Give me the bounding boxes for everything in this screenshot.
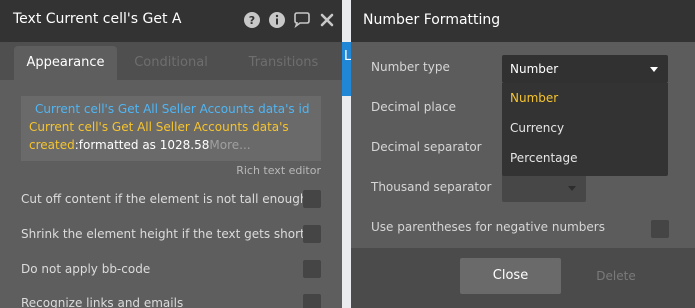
dropdown-option-percentage[interactable]: Percentage xyxy=(502,143,668,173)
recognize-links-checkbox[interactable] xyxy=(303,294,321,308)
format-operator[interactable]: :formatted as 1028.58 xyxy=(75,138,210,152)
header-icon-group: ? xyxy=(243,11,336,29)
option-label: Shrink the element height if the text ge… xyxy=(21,227,318,241)
close-button[interactable]: Close xyxy=(460,258,561,294)
tab-appearance[interactable]: Appearance xyxy=(14,46,117,80)
delete-button[interactable]: Delete xyxy=(573,258,659,294)
more-link[interactable]: More... xyxy=(209,138,250,152)
cut-off-checkbox[interactable] xyxy=(303,190,321,208)
decimal-separator-label: Decimal separator xyxy=(371,140,482,154)
option-bb-code: Do not apply bb-code xyxy=(21,260,321,278)
dynamic-expression-created[interactable]: Current cell's Get All Seller Accounts d… xyxy=(21,118,321,136)
option-shrink-height: Shrink the element height if the text ge… xyxy=(21,225,321,243)
help-icon[interactable]: ? xyxy=(243,11,261,29)
close-icon[interactable] xyxy=(318,11,336,29)
bb-code-checkbox[interactable] xyxy=(303,260,321,278)
number-type-value: Number xyxy=(510,62,559,76)
property-editor-panel: Text Current cell's Get A ? Appearance C… xyxy=(0,0,342,308)
number-formatting-modal: Number Formatting Number type Decimal pl… xyxy=(351,0,695,308)
chevron-down-icon xyxy=(650,67,658,72)
rich-text-editor-link[interactable]: Rich text editor xyxy=(236,164,321,177)
dynamic-expression-id[interactable]: Current cell's Get All Seller Accounts d… xyxy=(21,100,321,118)
option-label: Recognize links and emails xyxy=(21,296,184,308)
dynamic-text-editor[interactable]: Current cell's Get All Seller Accounts d… xyxy=(21,96,321,161)
dropdown-option-number[interactable]: Number xyxy=(502,83,668,113)
comment-icon[interactable] xyxy=(293,11,311,29)
option-label: Cut off content if the element is not ta… xyxy=(21,192,308,206)
dynamic-expression-format-line: created:formatted as 1028.58More... xyxy=(21,136,321,154)
created-field[interactable]: created xyxy=(29,138,75,152)
modal-footer: Close Delete xyxy=(351,248,695,308)
parentheses-checkbox[interactable] xyxy=(651,220,669,238)
parentheses-label: Use parentheses for negative numbers xyxy=(371,220,605,234)
thousand-separator-label: Thousand separator xyxy=(371,180,492,194)
appearance-tab-body: Current cell's Get All Seller Accounts d… xyxy=(0,80,342,308)
number-type-dropdown: Number Currency Percentage xyxy=(502,83,668,176)
tab-conditional[interactable]: Conditional xyxy=(117,46,225,80)
property-tabs: Appearance Conditional Transitions xyxy=(14,46,342,80)
option-label: Do not apply bb-code xyxy=(21,262,151,276)
number-type-select[interactable]: Number xyxy=(502,55,668,83)
info-icon[interactable] xyxy=(268,11,286,29)
option-cut-off-content: Cut off content if the element is not ta… xyxy=(21,190,321,208)
svg-text:?: ? xyxy=(249,14,255,27)
modal-title: Number Formatting xyxy=(363,12,501,28)
shrink-height-checkbox[interactable] xyxy=(303,225,321,243)
dropdown-option-currency[interactable]: Currency xyxy=(502,113,668,143)
decimal-place-label: Decimal place xyxy=(371,100,457,114)
thousand-separator-select[interactable] xyxy=(502,174,586,202)
modal-header: Number Formatting xyxy=(351,0,695,42)
property-editor-header: Text Current cell's Get A ? xyxy=(0,0,342,42)
property-editor-title: Text Current cell's Get A xyxy=(13,11,182,27)
tab-transitions[interactable]: Transitions xyxy=(225,46,342,80)
chevron-down-icon xyxy=(568,186,576,191)
number-type-label: Number type xyxy=(371,60,450,74)
option-recognize-links: Recognize links and emails xyxy=(21,294,321,308)
